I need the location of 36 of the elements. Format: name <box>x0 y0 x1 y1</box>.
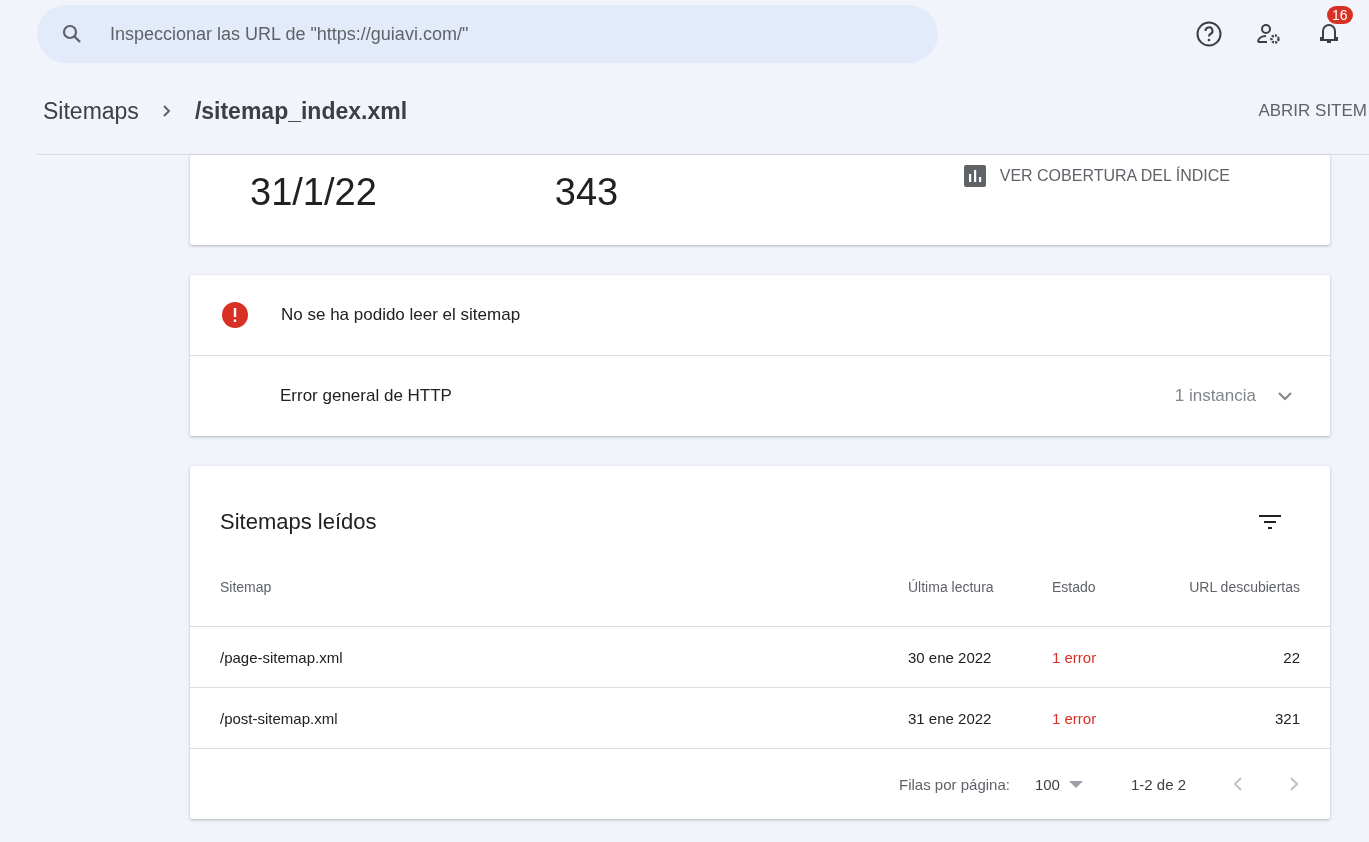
error-item-row[interactable]: Error general de HTTP 1 instancia <box>190 356 1330 436</box>
table-cell-text: 1 error <box>1052 648 1098 666</box>
table-cell-text: 22 <box>1282 648 1300 666</box>
table-cell-text: 30 ene 2022 <box>907 648 993 666</box>
search-field[interactable]: Inspeccionar las URL de "https://guiavi.com/" <box>37 5 938 63</box>
rows-per-page-label: Filas por página: <box>899 775 1010 793</box>
page-range: 1-2 de 2 <box>1130 775 1186 793</box>
summary-value: 31/1/22 <box>250 171 377 214</box>
table-cell-text: 31 ene 2022 <box>907 709 993 727</box>
filter-icon[interactable] <box>1258 513 1282 531</box>
error-title: No se ha podido leer el sitemap <box>281 305 521 325</box>
open-sitemap-link[interactable]: ABRIR SITEM <box>1258 101 1367 121</box>
error-icon <box>222 302 248 328</box>
breadcrumb-current: /sitemap_index.xml <box>194 97 408 125</box>
column-header[interactable]: Última lectura <box>892 579 1052 595</box>
column-header[interactable]: Sitemap <box>220 579 892 595</box>
chevron-icon[interactable] <box>1276 390 1294 402</box>
table-cell-text: /post-sitemap.xml <box>220 709 339 727</box>
bar-chart-icon <box>963 165 986 187</box>
dropdown-icon <box>1067 780 1084 788</box>
summary-value: 343 <box>554 171 619 214</box>
error-type: Error general de HTTP <box>280 386 452 406</box>
rows-per-page-select[interactable]: 100 <box>1034 775 1084 793</box>
column-header[interactable]: Estado <box>1052 579 1162 595</box>
column-header[interactable]: URL descubiertas <box>1162 579 1300 595</box>
index-coverage-link[interactable]: VER COBERTURA DEL ÍNDICE <box>963 165 1230 187</box>
table-cell-text: 321 <box>1273 709 1300 727</box>
help-icon[interactable] <box>1195 20 1223 48</box>
notification-badge: 16 <box>1327 6 1353 24</box>
chevron-right-icon <box>160 104 173 118</box>
breadcrumb-link[interactable]: Sitemaps <box>43 97 139 125</box>
instance-count: 1 instancia <box>1174 386 1256 406</box>
search-input[interactable]: Inspeccionar las URL de "https://guiavi.com/" <box>108 22 938 46</box>
table-title: Sitemaps leídos <box>220 509 377 535</box>
table-cell-text: 1 error <box>1052 709 1098 727</box>
table-cell-text: /page-sitemap.xml <box>220 648 344 666</box>
